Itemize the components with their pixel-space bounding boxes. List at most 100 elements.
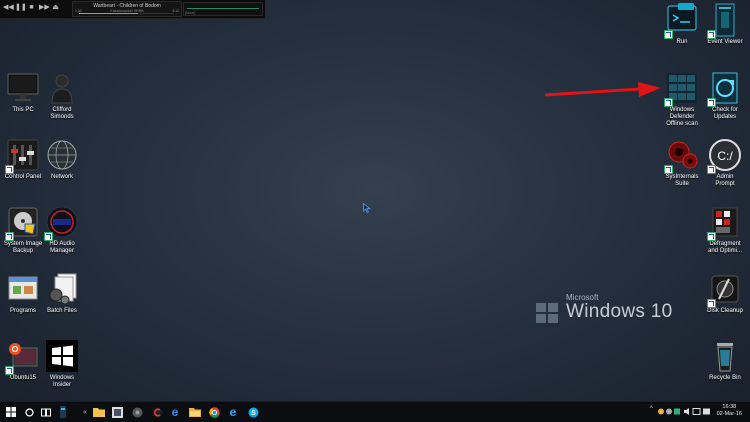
defender-offline-icon [664,70,700,107]
check-updates-icon [707,70,743,107]
desktop-icon-hd-audio-manager[interactable]: HD Audio Manager [39,204,85,255]
taskbar-app-terminal[interactable] [56,405,70,419]
taskbar-app-clock[interactable] [130,405,144,419]
control-panel-icon [5,137,41,174]
programs-icon [5,271,41,307]
pause-icon[interactable]: ❚❚ [15,3,27,12]
tray-app-icon[interactable] [666,408,672,415]
desktop-icon-clifford-simonds[interactable]: Clifford Simonds [39,70,85,121]
user-icon [44,70,80,106]
desktop-icon-disk-cleanup[interactable]: Disk Cleanup [702,271,748,315]
search-button[interactable] [22,405,36,419]
tray-network-icon[interactable] [674,408,680,415]
shortcut-arrow-icon [5,165,14,174]
tray-notification-icon[interactable] [703,408,710,415]
tray-smiley-icon[interactable] [658,408,664,415]
icon-label: Defragment and Optimi... [707,241,742,255]
desktop-icon-windows-defender-offline-scan[interactable]: Windows Defender Offline scan [659,70,705,129]
taskbar: « e e S ^ 16:38 02-Mar-16 [0,401,750,422]
desktop-icon-check-for-updates[interactable]: Check for Updates [702,70,748,121]
clock-app-icon [132,407,142,417]
icon-label: Run [676,39,688,45]
taskbar-app-chrome[interactable] [207,405,221,419]
desktop-icon-admin-prompt[interactable]: C:/ Admin Prompt [702,137,748,188]
tray-icons [658,407,713,418]
icon-label: Disk Cleanup [707,308,743,314]
tray-display-icon[interactable] [692,408,701,415]
icon-label: Windows Insider [49,375,75,389]
taskbar-app-file-explorer[interactable] [92,405,106,419]
taskbar-app-edge[interactable]: e [168,405,182,419]
red-arrow-annotation [544,82,661,97]
ubuntu-icon [5,338,41,375]
shortcut-arrow-icon [707,165,716,174]
shortcut-arrow-icon [664,98,673,107]
windows-start-icon [6,407,16,417]
ccleaner-icon [152,407,162,417]
clock-date: 02-Mar-16 [716,411,742,417]
task-view-icon [41,408,51,416]
desktop-icon-recycle-bin[interactable]: Recycle Bin [702,338,748,382]
icon-label: Admin Prompt [715,174,735,188]
previous-icon[interactable]: ◀◀ [3,3,14,12]
tray-show-hidden[interactable]: ^ [650,406,653,412]
taskbar-app-ccleaner[interactable] [150,405,164,419]
desktop-icon-windows-insider[interactable]: Windows Insider [39,338,85,389]
monitor-icon [5,70,41,106]
overflow-chevron-icon: « [83,408,87,416]
tray-volume-icon[interactable] [684,408,689,415]
folder-icon [93,408,105,417]
seek-bar-fill [79,13,138,14]
admin-prompt-icon: C:/ [707,137,743,174]
shortcut-arrow-icon [664,30,673,39]
taskbar-overflow[interactable]: « [78,405,92,419]
taskbar-app-explorer[interactable] [188,405,202,419]
audio-manager-icon [44,204,80,241]
chrome-icon [208,406,220,418]
icon-label: Network [50,174,73,180]
now-playing-display: Wartbeart - Children of Bodom Kakadosaub… [72,1,182,17]
internet-explorer-icon: e [229,405,237,419]
backup-drive-icon [5,204,41,241]
defragment-icon [707,204,743,241]
media-player-bar: ◀◀ ❚❚ ■ ▶▶ ⏏ Wartbeart - Children of Bod… [0,0,265,19]
shortcut-arrow-icon [707,98,716,107]
desktop-icon-defragment[interactable]: Defragment and Optimi... [702,204,748,255]
shortcut-arrow-icon [5,366,14,375]
taskbar-app-internet-explorer[interactable]: e [226,405,240,419]
windows10-text: Windows 10 [566,301,673,322]
waveform [187,8,259,9]
desktop-icon-network[interactable]: Network [39,137,85,181]
shortcut-arrow-icon [707,299,716,308]
icon-label: Clifford Simonds [50,107,74,121]
seek-bar[interactable] [79,13,174,14]
disk-cleanup-icon [707,271,743,308]
taskbar-clock[interactable]: 16:38 02-Mar-16 [717,404,742,418]
event-viewer-icon [707,2,743,39]
icon-label: Batch Files [47,308,77,314]
task-view-button[interactable] [39,405,53,419]
svg-text:S: S [251,410,256,417]
shortcut-arrow-icon [707,232,716,241]
desktop-icon-sysinternals-suite[interactable]: SysInternals Suite [659,137,705,188]
eject-icon[interactable]: ⏏ [51,3,60,12]
taskbar-app-skype[interactable]: S [246,405,260,419]
next-icon[interactable]: ▶▶ [39,3,50,12]
file-explorer-icon [189,408,201,417]
desktop-icon-run[interactable]: Run [659,2,705,46]
mouse-cursor-icon [363,203,371,213]
edge-icon: e [171,405,179,419]
network-globe-icon [44,137,80,173]
stop-icon[interactable]: ■ [27,3,36,12]
start-button[interactable] [4,405,18,419]
windows-logo-icon [536,303,560,325]
run-icon [664,2,700,39]
desktop-icon-event-viewer[interactable]: Event Viewer [702,2,748,46]
desktop-icon-batch-files[interactable]: Batch Files [39,271,85,315]
shortcut-arrow-icon [707,30,716,39]
icon-label: Recycle Bin [709,375,741,381]
icon-label: HD Audio Manager [49,241,75,255]
shortcut-arrow-icon [44,232,53,241]
taskbar-app-media[interactable] [110,405,124,419]
skype-icon: S [248,407,258,417]
